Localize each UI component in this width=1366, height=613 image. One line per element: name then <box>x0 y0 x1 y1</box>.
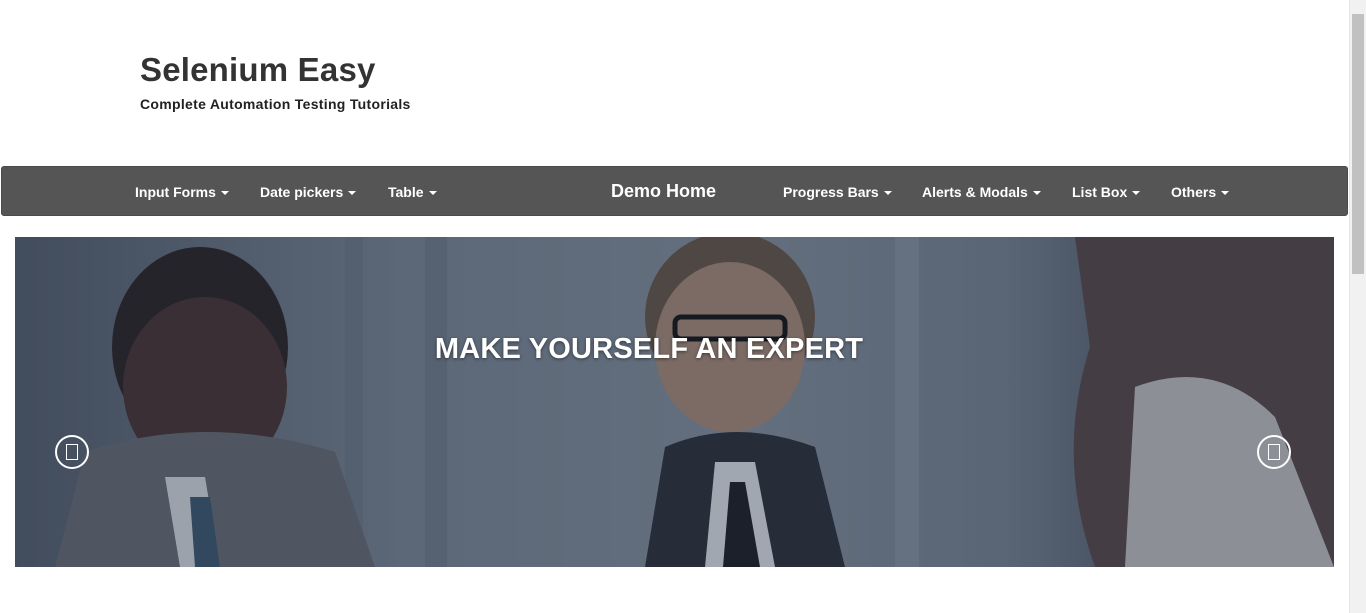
nav-item-list-box[interactable]: List Box <box>1072 167 1141 217</box>
chevron-left-icon <box>66 444 78 460</box>
carousel-overlay <box>15 237 1334 567</box>
nav-item-label: Table <box>388 184 424 200</box>
nav-brand-demo-home[interactable]: Demo Home <box>611 167 716 217</box>
nav-item-table[interactable]: Table <box>388 167 437 217</box>
caret-down-icon <box>220 191 229 196</box>
caret-down-icon <box>348 191 357 196</box>
nav-item-label: List Box <box>1072 184 1128 200</box>
nav-item-date-pickers[interactable]: Date pickers <box>260 167 357 217</box>
nav-item-others[interactable]: Others <box>1171 167 1230 217</box>
scrollbar-thumb[interactable] <box>1352 14 1364 274</box>
nav-item-label: Input Forms <box>135 184 216 200</box>
nav-item-label: Progress Bars <box>783 184 879 200</box>
nav-item-progress-bars[interactable]: Progress Bars <box>783 167 892 217</box>
caret-down-icon <box>883 191 892 196</box>
hero-carousel: MAKE YOURSELF AN EXPERT <box>15 237 1334 567</box>
carousel-caption: MAKE YOURSELF AN EXPERT <box>434 333 864 365</box>
site-tagline: Complete Automation Testing Tutorials <box>140 96 411 112</box>
main-navbar: Input Forms Date pickers Table Demo Home… <box>1 166 1348 216</box>
site-title[interactable]: Selenium Easy <box>140 50 411 90</box>
site-header: Selenium Easy Complete Automation Testin… <box>140 50 411 112</box>
caret-down-icon <box>428 191 437 196</box>
carousel-prev-button[interactable] <box>55 435 89 469</box>
nav-item-alerts-modals[interactable]: Alerts & Modals <box>922 167 1041 217</box>
nav-item-input-forms[interactable]: Input Forms <box>135 167 229 217</box>
nav-item-label: Date pickers <box>260 184 344 200</box>
caret-down-icon <box>1221 191 1230 196</box>
page-scrollbar[interactable] <box>1349 0 1366 613</box>
nav-item-label: Alerts & Modals <box>922 184 1028 200</box>
chevron-right-icon <box>1268 444 1280 460</box>
caret-down-icon <box>1032 191 1041 196</box>
nav-item-label: Others <box>1171 184 1217 200</box>
carousel-next-button[interactable] <box>1257 435 1291 469</box>
caret-down-icon <box>1132 191 1141 196</box>
